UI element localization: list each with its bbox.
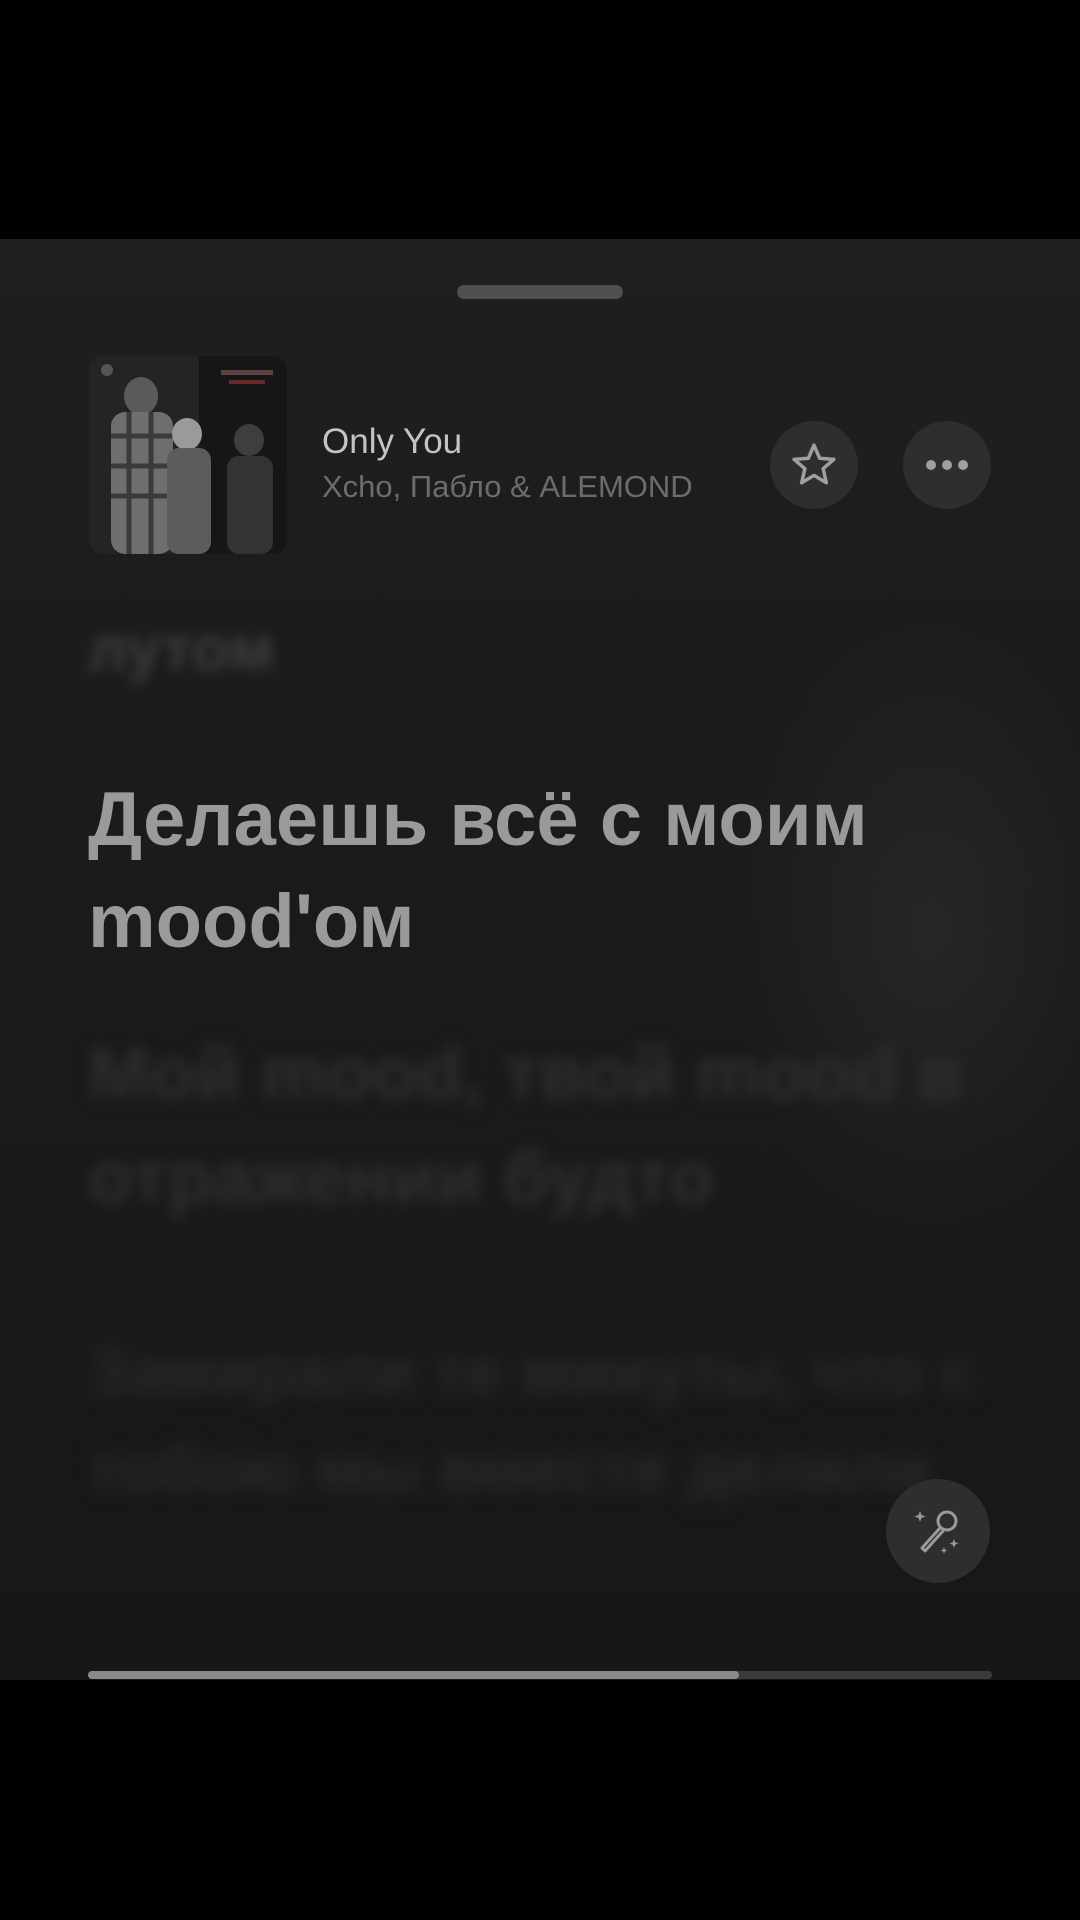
lyric-line-upcoming[interactable]: Замирали те минуты, что с тобою мы вмест… [88,1322,1008,1518]
track-title[interactable]: Only You [322,422,462,462]
playback-progress-fill [88,1671,739,1679]
lyrics-mode-button[interactable] [886,1479,990,1583]
playback-progress[interactable] [88,1671,992,1679]
lyric-line-current[interactable]: Делаешь всё с моим mood'ом [88,769,1008,973]
track-artist[interactable]: Xcho, Пабло & ALEMOND [322,469,693,505]
screen: Only You Xcho, Пабло & ALEMOND лутом Дел… [0,0,1080,1920]
now-playing-sheet: Only You Xcho, Пабло & ALEMOND лутом Дел… [0,239,1080,1680]
microphone-sparkle-icon [914,1510,959,1554]
lyric-line-previous[interactable]: лутом [88,614,1008,685]
ellipsis-icon [926,460,968,470]
album-cover[interactable] [89,356,287,554]
more-options-button[interactable] [903,421,991,509]
sheet-grabber[interactable] [457,285,623,299]
lyric-line-next[interactable]: Мой mood, твой mood в отражении будто [88,1022,1008,1230]
favorite-button[interactable] [770,421,858,509]
star-icon [792,443,836,485]
